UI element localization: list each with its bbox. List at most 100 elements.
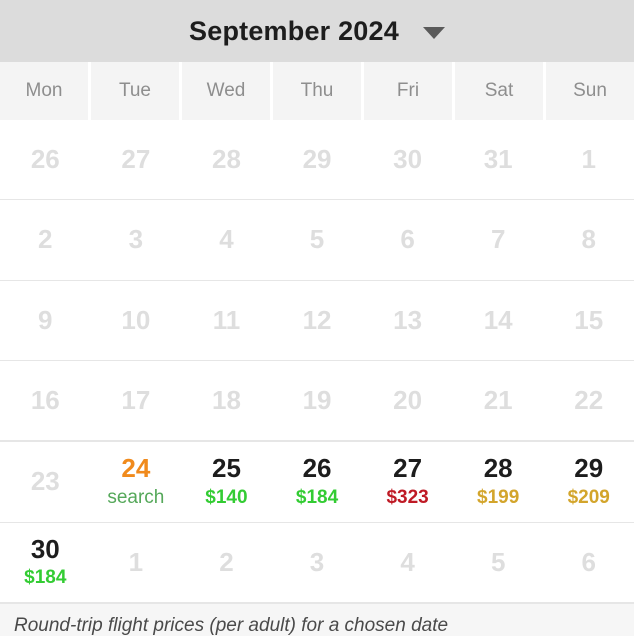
calendar-day-cell[interactable]: 7 (453, 200, 544, 279)
calendar-day-cell[interactable]: 22 (543, 361, 634, 440)
calendar-day-cell[interactable]: 28 $199 (453, 442, 544, 521)
calendar-day-cell[interactable]: 1 (91, 523, 182, 602)
calendar-day-cell[interactable]: 14 (453, 281, 544, 360)
day-number: 29 (574, 453, 604, 484)
day-number: 22 (574, 385, 604, 415)
calendar-day-cell[interactable]: 31 (453, 120, 544, 199)
calendar-day-cell[interactable]: 12 (272, 281, 363, 360)
calendar-day-cell[interactable]: 24 search (91, 442, 182, 521)
calendar-day-cell[interactable]: 27 $323 (362, 442, 453, 521)
weekday-label: Tue (118, 80, 152, 101)
calendar-day-cell[interactable]: 30 (362, 120, 453, 199)
weekday-label: Sun (573, 80, 607, 101)
day-number: 21 (483, 385, 513, 415)
calendar-day-cell[interactable]: 4 (181, 200, 272, 279)
calendar-day-cell[interactable]: 26 (0, 120, 91, 199)
calendar-day-cell[interactable]: 19 (272, 361, 363, 440)
day-number: 28 (483, 453, 513, 484)
day-number: 29 (302, 144, 332, 175)
day-number: 26 (30, 144, 60, 175)
calendar-week-row: 26 27 28 29 30 31 1 (0, 120, 634, 201)
calendar-day-cell[interactable]: 6 (362, 200, 453, 279)
calendar-day-cell[interactable]: 13 (362, 281, 453, 360)
day-number: 9 (38, 304, 53, 335)
day-number: 27 (121, 144, 151, 175)
calendar-day-cell[interactable]: 26 $184 (272, 442, 363, 521)
weekday-header-wed: Wed (182, 62, 270, 120)
day-number: 3 (309, 546, 325, 577)
calendar-day-cell[interactable]: 1 (543, 120, 634, 199)
day-search-label: search (107, 486, 165, 508)
day-number: 26 (302, 453, 332, 484)
day-price: $184 (295, 486, 339, 508)
day-number: 15 (574, 304, 604, 335)
calendar-day-cell[interactable]: 20 (362, 361, 453, 440)
calendar-day-cell[interactable]: 5 (453, 523, 544, 602)
day-number: 25 (211, 453, 241, 484)
chevron-down-icon[interactable] (422, 27, 445, 39)
calendar-day-cell[interactable]: 18 (181, 361, 272, 440)
day-number: 10 (121, 304, 151, 335)
day-number: 5 (309, 224, 325, 255)
price-disclaimer-note: Round-trip flight prices (per adult) for… (14, 615, 449, 636)
day-number: 2 (219, 546, 234, 577)
calendar-day-cell[interactable]: 25 $140 (181, 442, 272, 521)
day-number: 18 (211, 385, 241, 415)
day-price: $199 (477, 486, 520, 508)
calendar-day-cell[interactable]: 21 (453, 361, 544, 440)
calendar-day-cell[interactable]: 27 (91, 120, 182, 199)
weekday-label: Mon (25, 80, 63, 101)
calendar-week-row: 9 10 11 12 13 14 15 (0, 281, 634, 361)
calendar-day-cell[interactable]: 4 (362, 523, 453, 602)
day-number: 6 (581, 546, 596, 577)
calendar-day-cell[interactable]: 2 (0, 200, 91, 279)
footer-note-area: Round-trip flight prices (per adult) for… (0, 603, 634, 636)
flight-price-calendar: September 2024 Mon Tue Wed Thu Fri Sat S… (0, 0, 634, 636)
day-number: 17 (121, 385, 151, 415)
calendar-week-row: 2 3 4 5 6 7 8 (0, 200, 634, 281)
calendar-day-cell[interactable]: 9 (0, 281, 91, 360)
day-number: 7 (490, 224, 506, 255)
weekday-header-tue: Tue (91, 62, 179, 120)
calendar-day-cell[interactable]: 8 (543, 200, 634, 279)
calendar-day-cell[interactable]: 29 $209 (543, 442, 634, 521)
calendar-day-cell[interactable]: 3 (91, 200, 182, 279)
weekday-label: Thu (300, 80, 334, 101)
calendar-day-cell[interactable]: 3 (272, 523, 363, 602)
calendar-day-cell[interactable]: 15 (543, 281, 634, 360)
calendar-day-cell[interactable]: 17 (91, 361, 182, 440)
weekday-header-row: Mon Tue Wed Thu Fri Sat Sun (0, 62, 634, 120)
weekday-label: Fri (396, 80, 420, 101)
day-price: $140 (205, 486, 248, 508)
weekday-header-sat: Sat (455, 62, 543, 120)
calendar-week-row: 23 24 search 25 $140 26 $184 27 $323 28 $199 29 $209 (0, 441, 634, 523)
calendar-day-cell[interactable]: 11 (181, 281, 272, 360)
calendar-day-cell[interactable]: 5 (272, 200, 363, 279)
calendar-day-cell[interactable]: 29 (272, 120, 363, 199)
calendar-day-cell[interactable]: 23 (0, 442, 91, 521)
weekday-header-mon: Mon (0, 62, 88, 120)
day-number: 23 (30, 466, 60, 497)
calendar-day-cell[interactable]: 10 (91, 281, 182, 360)
day-number: 31 (483, 144, 513, 175)
day-price: $184 (24, 567, 67, 589)
calendar-day-cell[interactable]: 2 (181, 523, 272, 602)
day-number: 30 (393, 144, 423, 175)
day-price: $323 (386, 486, 429, 508)
calendar-day-cell[interactable]: 6 (543, 523, 634, 602)
day-number: 20 (393, 385, 423, 415)
weekday-header-thu: Thu (273, 62, 361, 120)
calendar-day-cell[interactable]: 16 (0, 361, 91, 440)
day-number: 1 (581, 144, 596, 175)
day-number: 28 (211, 144, 241, 175)
day-number: 6 (400, 224, 415, 255)
day-number: 16 (30, 385, 60, 415)
day-number: 3 (128, 224, 144, 255)
calendar-day-cell[interactable]: 30 $184 (0, 523, 91, 602)
calendar-day-grid: 26 27 28 29 30 31 1 2 3 4 5 6 7 8 9 10 11 12 13 14 15 16 17 18 1… (0, 120, 634, 603)
day-number: 13 (393, 304, 423, 335)
day-number: 5 (490, 546, 506, 577)
calendar-day-cell[interactable]: 28 (181, 120, 272, 199)
day-number: 19 (302, 385, 332, 415)
day-number: 12 (302, 304, 332, 335)
